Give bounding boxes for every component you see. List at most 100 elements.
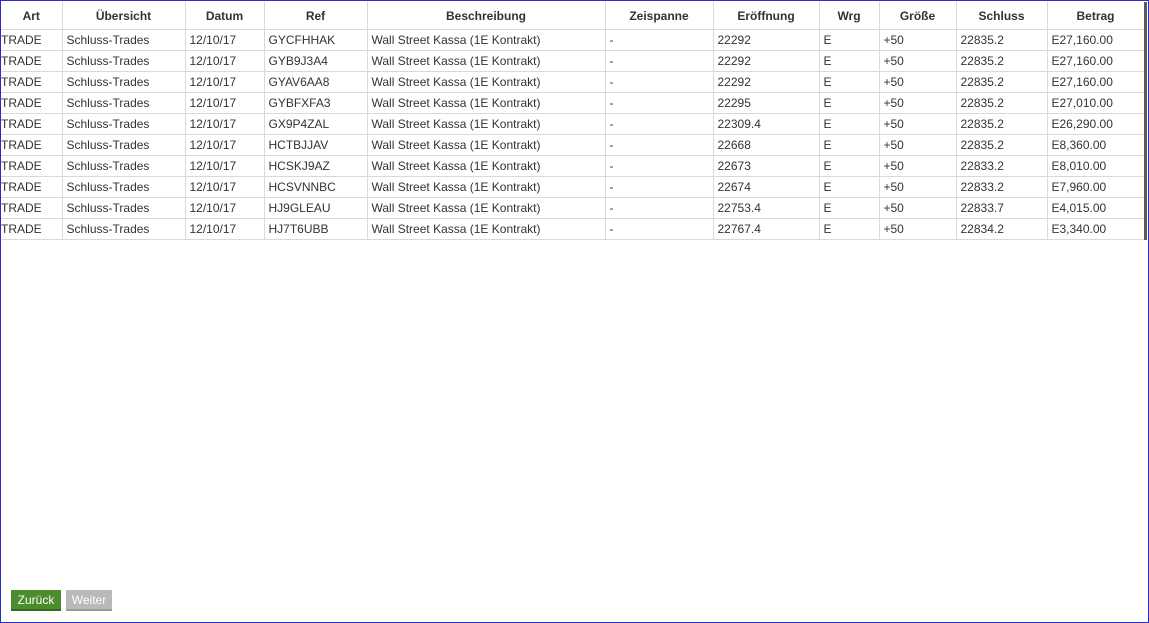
- column-header-ref[interactable]: Ref: [263, 2, 368, 30]
- cell-schluss: 22834.2: [955, 218, 1048, 240]
- cell-groesse: +50: [878, 113, 957, 135]
- table-row[interactable]: TRADE Schluss-Trades 12/10/17 GYCFHHAK Wall …: [1, 29, 1144, 51]
- cell-ref: GYB9J3A4: [263, 50, 368, 72]
- cell-datum: 12/10/17: [184, 218, 265, 240]
- cell-ref: HJ9GLEAU: [263, 197, 368, 219]
- cell-ref: GX9P4ZAL: [263, 113, 368, 135]
- cell-wrg: E: [818, 29, 880, 51]
- cell-datum: 12/10/17: [184, 197, 265, 219]
- cell-art: TRADE: [1, 176, 63, 198]
- table-row[interactable]: TRADE Schluss-Trades 12/10/17 GYB9J3A4 Wall …: [1, 50, 1144, 72]
- cell-beschreibung: Wall Street Kassa (1E Kontrakt): [366, 197, 606, 219]
- cell-beschreibung: Wall Street Kassa (1E Kontrakt): [366, 50, 606, 72]
- cell-betrag: E27,160.00: [1046, 29, 1144, 51]
- cell-datum: 12/10/17: [184, 134, 265, 156]
- column-header-eroeffnung[interactable]: Eröffnung: [712, 2, 820, 30]
- column-header-zeispanne[interactable]: Zeispanne: [604, 2, 714, 30]
- cell-betrag: E4,015.00: [1046, 197, 1144, 219]
- column-header-datum[interactable]: Datum: [184, 2, 265, 30]
- cell-zeispanne: -: [604, 50, 714, 72]
- column-header-beschreibung[interactable]: Beschreibung: [366, 2, 606, 30]
- cell-zeispanne: -: [604, 134, 714, 156]
- cell-uebersicht: Schluss-Trades: [61, 50, 186, 72]
- cell-schluss: 22835.2: [955, 92, 1048, 114]
- table-row[interactable]: TRADE Schluss-Trades 12/10/17 HCTBJJAV Wall …: [1, 134, 1144, 156]
- column-header-groesse[interactable]: Größe: [878, 2, 957, 30]
- cell-ref: HCSKJ9AZ: [263, 155, 368, 177]
- cell-wrg: E: [818, 50, 880, 72]
- cell-betrag: E27,010.00: [1046, 92, 1144, 114]
- cell-zeispanne: -: [604, 155, 714, 177]
- back-button[interactable]: Zurück: [11, 590, 61, 611]
- cell-eroeffnung: 22767.4: [712, 218, 820, 240]
- cell-ref: HCTBJJAV: [263, 134, 368, 156]
- column-header-uebersicht[interactable]: Übersicht: [61, 2, 186, 30]
- table-row[interactable]: TRADE Schluss-Trades 12/10/17 GYAV6AA8 Wall …: [1, 71, 1144, 93]
- cell-beschreibung: Wall Street Kassa (1E Kontrakt): [366, 71, 606, 93]
- cell-zeispanne: -: [604, 176, 714, 198]
- table-row[interactable]: TRADE Schluss-Trades 12/10/17 HCSVNNBC Wall …: [1, 176, 1144, 198]
- column-header-schluss[interactable]: Schluss: [955, 2, 1048, 30]
- cell-art: TRADE: [1, 92, 63, 114]
- cell-datum: 12/10/17: [184, 155, 265, 177]
- cell-ref: HJ7T6UBB: [263, 218, 368, 240]
- column-header-wrg[interactable]: Wrg: [818, 2, 880, 30]
- cell-datum: 12/10/17: [184, 50, 265, 72]
- cell-betrag: E27,160.00: [1046, 71, 1144, 93]
- cell-wrg: E: [818, 113, 880, 135]
- table-row[interactable]: TRADE Schluss-Trades 12/10/17 HCSKJ9AZ Wall …: [1, 155, 1144, 177]
- cell-schluss: 22835.2: [955, 71, 1048, 93]
- table-row[interactable]: TRADE Schluss-Trades 12/10/17 GX9P4ZAL Wall …: [1, 113, 1144, 135]
- table-header-row: Art Übersicht Datum Ref Beschreibung Zei…: [1, 2, 1144, 30]
- column-header-art[interactable]: Art: [1, 2, 63, 30]
- cell-eroeffnung: 22753.4: [712, 197, 820, 219]
- trade-history-window: Art Übersicht Datum Ref Beschreibung Zei…: [0, 0, 1149, 623]
- cell-beschreibung: Wall Street Kassa (1E Kontrakt): [366, 92, 606, 114]
- cell-betrag: E7,960.00: [1046, 176, 1144, 198]
- cell-beschreibung: Wall Street Kassa (1E Kontrakt): [366, 134, 606, 156]
- cell-ref: HCSVNNBC: [263, 176, 368, 198]
- cell-betrag: E8,010.00: [1046, 155, 1144, 177]
- cell-zeispanne: -: [604, 29, 714, 51]
- cell-datum: 12/10/17: [184, 29, 265, 51]
- cell-eroeffnung: 22309.4: [712, 113, 820, 135]
- cell-groesse: +50: [878, 218, 957, 240]
- cell-betrag: E26,290.00: [1046, 113, 1144, 135]
- cell-eroeffnung: 22292: [712, 71, 820, 93]
- cell-art: TRADE: [1, 71, 63, 93]
- table-scrollbar[interactable]: [1144, 2, 1147, 240]
- column-header-betrag[interactable]: Betrag: [1046, 2, 1144, 30]
- cell-eroeffnung: 22292: [712, 50, 820, 72]
- cell-eroeffnung: 22295: [712, 92, 820, 114]
- next-button[interactable]: Weiter: [66, 590, 112, 611]
- cell-art: TRADE: [1, 134, 63, 156]
- cell-groesse: +50: [878, 50, 957, 72]
- cell-zeispanne: -: [604, 113, 714, 135]
- cell-uebersicht: Schluss-Trades: [61, 155, 186, 177]
- cell-uebersicht: Schluss-Trades: [61, 92, 186, 114]
- cell-zeispanne: -: [604, 92, 714, 114]
- cell-uebersicht: Schluss-Trades: [61, 71, 186, 93]
- cell-ref: GYBFXFA3: [263, 92, 368, 114]
- trades-table: Art Übersicht Datum Ref Beschreibung Zei…: [1, 2, 1144, 240]
- cell-schluss: 22833.7: [955, 197, 1048, 219]
- cell-beschreibung: Wall Street Kassa (1E Kontrakt): [366, 218, 606, 240]
- cell-groesse: +50: [878, 92, 957, 114]
- table-row[interactable]: TRADE Schluss-Trades 12/10/17 HJ7T6UBB Wall …: [1, 218, 1144, 240]
- cell-art: TRADE: [1, 29, 63, 51]
- cell-groesse: +50: [878, 29, 957, 51]
- cell-eroeffnung: 22668: [712, 134, 820, 156]
- cell-eroeffnung: 22673: [712, 155, 820, 177]
- cell-beschreibung: Wall Street Kassa (1E Kontrakt): [366, 29, 606, 51]
- cell-datum: 12/10/17: [184, 176, 265, 198]
- cell-art: TRADE: [1, 50, 63, 72]
- cell-uebersicht: Schluss-Trades: [61, 134, 186, 156]
- trades-table-body: TRADE Schluss-Trades 12/10/17 GYCFHHAK Wall …: [1, 29, 1144, 240]
- cell-schluss: 22833.2: [955, 176, 1048, 198]
- cell-zeispanne: -: [604, 218, 714, 240]
- cell-schluss: 22833.2: [955, 155, 1048, 177]
- table-row[interactable]: TRADE Schluss-Trades 12/10/17 HJ9GLEAU Wall …: [1, 197, 1144, 219]
- cell-schluss: 22835.2: [955, 50, 1048, 72]
- table-row[interactable]: TRADE Schluss-Trades 12/10/17 GYBFXFA3 Wall …: [1, 92, 1144, 114]
- cell-wrg: E: [818, 218, 880, 240]
